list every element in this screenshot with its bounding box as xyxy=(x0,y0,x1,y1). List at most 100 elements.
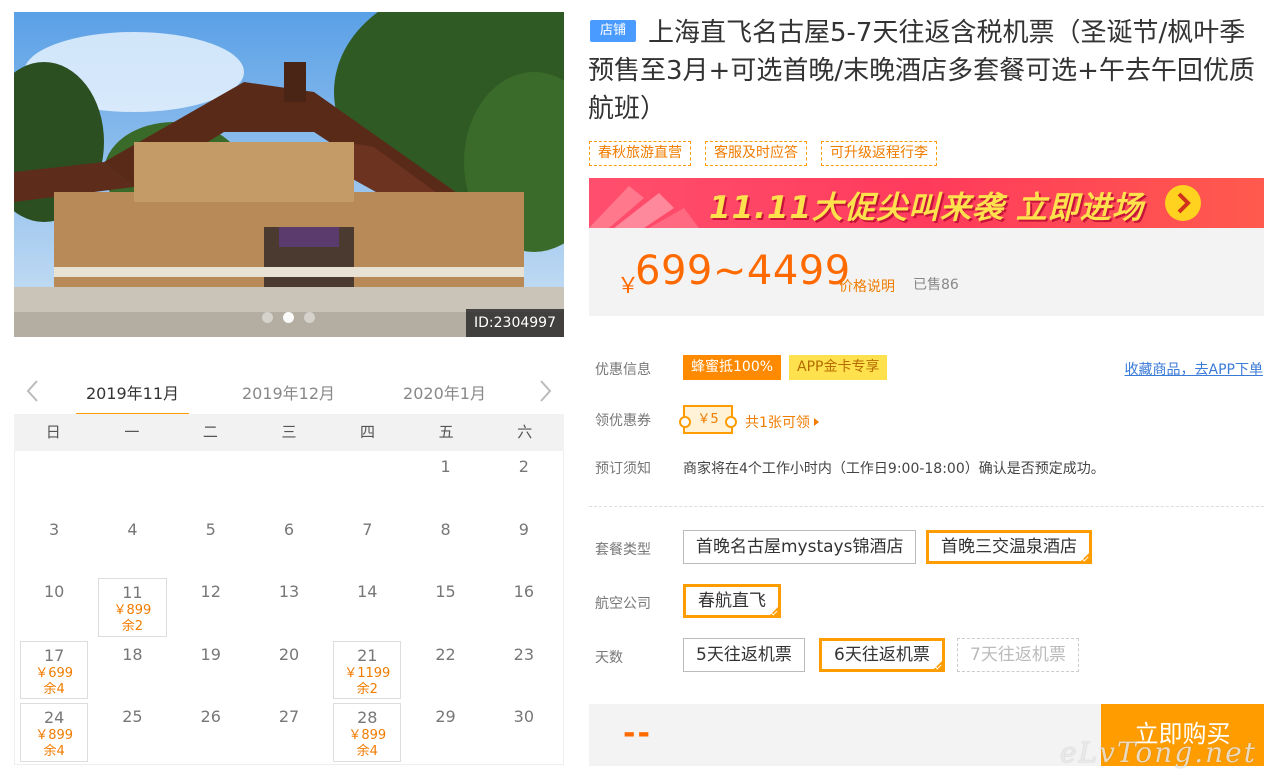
calendar-day-stock: 余2 xyxy=(121,619,144,635)
carousel-dot[interactable] xyxy=(304,312,315,323)
calendar-day-available[interactable]: 28 ￥899 余4 xyxy=(333,703,402,762)
coupon-more-link[interactable]: 共1张可领 xyxy=(745,412,819,432)
calendar-day-number: 10 xyxy=(43,582,65,602)
promo-banner[interactable]: 11.11大促尖叫来袭 立即进场 xyxy=(589,178,1264,228)
triangle-right-icon xyxy=(813,418,819,426)
calendar-day: 2 xyxy=(485,451,563,514)
calendar-day-number: 11 xyxy=(122,583,143,603)
total-price: -- xyxy=(623,716,652,751)
calendar-day-number: 22 xyxy=(435,644,456,664)
buy-now-button[interactable]: 立即购买 xyxy=(1101,704,1264,766)
calendar-day: 5 xyxy=(172,514,250,577)
calendar-empty-cell xyxy=(15,451,93,514)
calendar-next-arrow-icon[interactable] xyxy=(534,378,556,404)
calendar-day: 16 xyxy=(485,576,563,639)
weekday-label: 日 xyxy=(45,423,61,441)
price-box: ￥ 699~4499 价格说明 已售86 xyxy=(589,228,1264,316)
calendar-day: 7 xyxy=(328,514,406,577)
calendar-day-number: 27 xyxy=(278,707,300,727)
calendar-day: 15 xyxy=(406,576,484,639)
booking-notice-label: 预订须知 xyxy=(595,461,651,477)
calendar-day: 26 xyxy=(172,701,250,764)
days-option-5[interactable]: 5天往返机票 xyxy=(683,638,805,672)
calendar-day: 4 xyxy=(93,514,171,577)
calendar-weekday-header: 日 一 二 三 四 五 六 xyxy=(14,414,564,451)
carousel-dots xyxy=(262,312,315,323)
calendar-day-available[interactable]: 21 ￥1199 余2 xyxy=(333,640,402,700)
weekday-label: 六 xyxy=(517,423,533,441)
month-tab-2020-01[interactable]: 2020年1月 xyxy=(388,380,501,404)
carousel-dot[interactable] xyxy=(262,312,273,323)
calendar-grid: 1 2 3 4 5 6 7 8 9 10 11 ￥899 余2 12 13 14 15 16 17 ￥699 余4 18 1… xyxy=(14,451,564,765)
calendar-day-number: 6 xyxy=(283,519,295,539)
coupon-ticket[interactable]: ￥5 xyxy=(679,405,737,434)
carousel-dot-active[interactable] xyxy=(283,312,294,323)
calendar-day-stock: 余4 xyxy=(43,681,65,697)
days-option-6[interactable]: 6天往返机票 xyxy=(819,638,945,672)
service-tag: 可升级返程行李 xyxy=(821,141,937,166)
product-photo[interactable]: ID:2304997 xyxy=(14,12,564,337)
calendar-day: 3 xyxy=(15,514,93,577)
option-label: 首晚三交温泉酒店 xyxy=(941,537,1077,557)
calendar-empty-cell xyxy=(172,451,250,514)
calendar-day-available[interactable]: 24 ￥899 余4 xyxy=(20,703,89,762)
calendar-day: 10 xyxy=(15,576,93,639)
calendar-day-number: 15 xyxy=(435,582,456,602)
buy-bar: -- 立即购买 xyxy=(589,704,1264,766)
weekday-label: 一 xyxy=(124,423,140,441)
promo-text: 11.11大促尖叫来袭 立即进场 xyxy=(709,190,1144,226)
calendar-day-price: ￥699 xyxy=(35,665,74,681)
service-tags: 春秋旅游直营 客服及时应答 可升级返程行李 xyxy=(589,141,937,166)
option-label: 7天往返机票 xyxy=(970,645,1066,665)
sold-count: 已售86 xyxy=(913,277,959,293)
option-label: 春航直飞 xyxy=(698,591,766,611)
calendar-day-number: 3 xyxy=(49,519,60,539)
calendar-day-number: 2 xyxy=(518,457,529,476)
calendar-day-number: 25 xyxy=(122,707,143,727)
calendar-day-number: 9 xyxy=(518,519,529,539)
calendar-day: 30 xyxy=(485,701,563,764)
calendar-day-stock: 余2 xyxy=(356,681,378,697)
favorite-app-link[interactable]: 收藏商品，去APP下单 xyxy=(1125,359,1263,379)
calendar-day: 8 xyxy=(406,514,484,577)
month-tab-2019-12[interactable]: 2019年12月 xyxy=(232,380,345,404)
calendar-day-available[interactable]: 17 ￥699 余4 xyxy=(20,640,89,700)
package-option-onsen[interactable]: 首晚三交温泉酒店 xyxy=(926,530,1092,564)
weekday-label: 五 xyxy=(438,423,454,441)
calendar-day-number: 1 xyxy=(440,457,451,476)
promo-decoration-icon xyxy=(589,186,699,228)
section-divider xyxy=(589,506,1264,507)
price-explanation-link[interactable]: 价格说明 xyxy=(839,276,895,296)
check-icon xyxy=(934,662,942,670)
weekday-label: 三 xyxy=(281,423,297,441)
calendar-day: 22 xyxy=(406,639,484,702)
calendar-day: 14 xyxy=(328,576,406,639)
calendar-empty-cell xyxy=(328,451,406,514)
calendar-day-number: 29 xyxy=(435,707,456,727)
calendar-day: 13 xyxy=(250,576,328,639)
calendar-day-price: ￥1199 xyxy=(344,665,391,681)
calendar-day-available[interactable]: 11 ￥899 余2 xyxy=(98,578,167,637)
service-tag: 客服及时应答 xyxy=(705,141,807,166)
product-title: 上海直飞名古屋5-7天往返含税机票（圣诞节/枫叶季预售至3月+可选首晚/末晚酒店… xyxy=(588,18,1255,124)
calendar-day: 6 xyxy=(250,514,328,577)
calendar-day-number: 19 xyxy=(200,644,221,664)
option-label: 6天往返机票 xyxy=(834,645,930,665)
calendar-day: 19 xyxy=(172,639,250,702)
calendar-day: 23 xyxy=(485,639,563,702)
airline-label: 航空公司 xyxy=(595,596,651,612)
photo-id-label: ID:2304997 xyxy=(466,309,564,337)
calendar-day-number: 12 xyxy=(200,582,221,602)
option-label: 5天往返机票 xyxy=(696,645,792,665)
shrine-photo-image xyxy=(14,12,564,337)
promo-arrow-icon[interactable] xyxy=(1165,185,1201,221)
days-label: 天数 xyxy=(595,650,623,666)
calendar-day: 25 xyxy=(93,701,171,764)
month-tab-2019-11[interactable]: 2019年11月 xyxy=(76,380,189,404)
coupon-more-text: 共1张可领 xyxy=(745,415,810,431)
airline-option-spring[interactable]: 春航直飞 xyxy=(683,584,781,618)
calendar-day-price: ￥899 xyxy=(348,728,387,744)
calendar-prev-arrow-icon[interactable] xyxy=(22,378,44,404)
calendar-day-number: 17 xyxy=(43,645,65,665)
package-option-mystays[interactable]: 首晚名古屋mystays锦酒店 xyxy=(683,530,917,564)
